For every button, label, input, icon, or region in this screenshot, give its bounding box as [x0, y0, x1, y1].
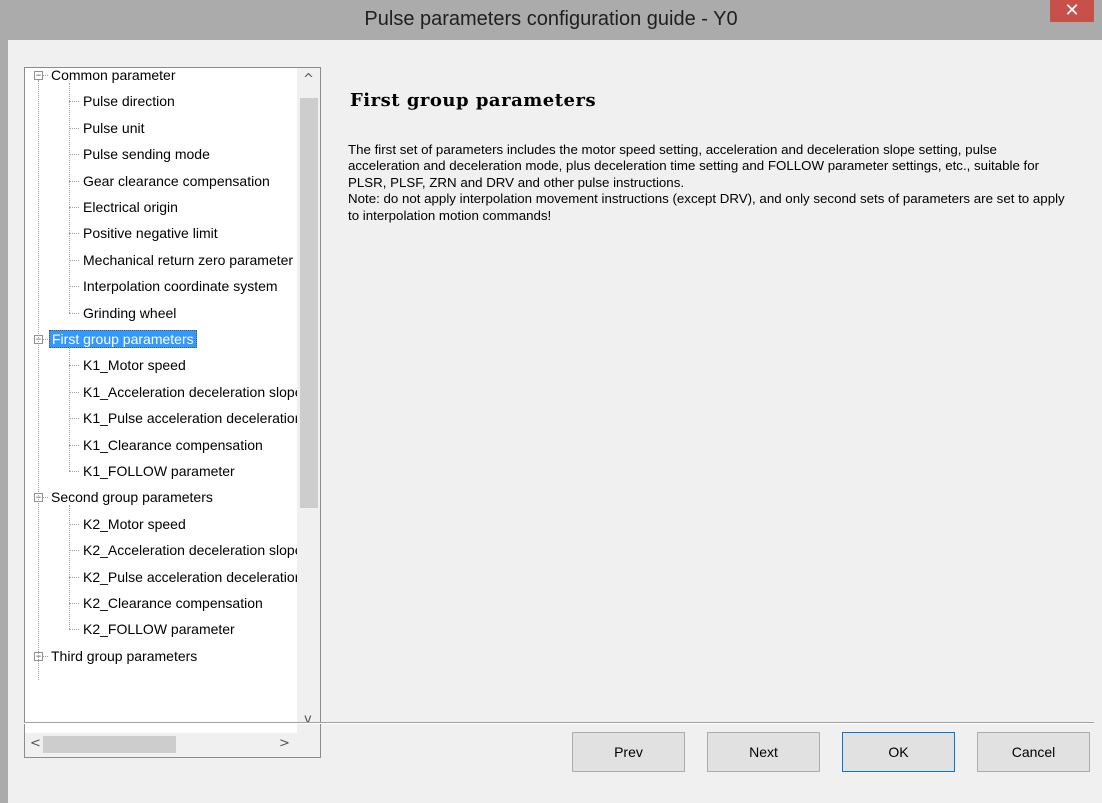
tree-leaf[interactable]: K1_Clearance compensation: [81, 433, 265, 457]
window-title: Pulse parameters configuration guide - Y…: [364, 8, 738, 30]
scroll-up-icon[interactable]: ^: [303, 72, 314, 87]
tree-connector: [69, 101, 79, 103]
description-note: Note: do not apply interpolation movemen…: [348, 191, 1065, 223]
close-button[interactable]: ✕: [1050, 0, 1094, 22]
tree-connector: [69, 505, 70, 630]
tree-leaf[interactable]: Pulse unit: [81, 116, 146, 140]
tree-item-label: Gear clearance compensation: [83, 172, 270, 189]
ok-button[interactable]: OK: [842, 732, 955, 772]
tree-connector: [69, 83, 70, 313]
tree-item-label: K2_Motor speed: [83, 515, 186, 532]
tree-connector: [69, 576, 79, 578]
tree-leaf[interactable]: Gear clearance compensation: [81, 169, 272, 193]
tree-connector: [69, 603, 79, 604]
tree-item-label: Pulse direction: [83, 93, 175, 110]
tree-item-label: K1_FOLLOW parameter: [83, 463, 235, 479]
tree-connector: [69, 127, 79, 129]
tree-leaf[interactable]: Pulse direction: [81, 89, 177, 113]
tree-connector: [69, 259, 79, 261]
tree-connector: [69, 550, 79, 552]
vertical-scrollbar[interactable]: ^ v: [297, 68, 320, 733]
tree-item-label: K1_Pulse acceleration deceleration: [83, 410, 303, 427]
tree-connector: [69, 523, 79, 525]
scroll-right-icon[interactable]: >: [279, 736, 290, 751]
tree-item-label: K2_Pulse acceleration deceleration: [83, 568, 303, 585]
scroll-left-icon[interactable]: <: [30, 736, 41, 751]
tree-leaf[interactable]: K1_FOLLOW parameter: [81, 459, 237, 483]
tree-connector: [69, 629, 79, 631]
tree-item-label: First group parameters: [49, 330, 197, 348]
prev-button[interactable]: Prev: [572, 732, 685, 772]
tree-group[interactable]: First group parameters: [49, 327, 197, 351]
tree-leaf[interactable]: Interpolation coordinate system: [81, 274, 280, 298]
tree-item-label: Pulse sending mode: [83, 146, 210, 163]
vertical-scroll-thumb[interactable]: [300, 98, 318, 508]
tree-leaf[interactable]: K2_Acceleration deceleration slope: [81, 538, 304, 562]
tree-leaf[interactable]: K2_Clearance compensation: [81, 591, 265, 615]
tree-item-label: K2_FOLLOW parameter: [83, 621, 235, 638]
tree-item-label: K1_Acceleration deceleration slope: [83, 383, 303, 400]
tree-connector: [69, 391, 79, 393]
tree-item-label: K2_Acceleration deceleration slope: [83, 542, 303, 559]
section-title: First group parameters: [350, 90, 597, 111]
tree-leaf[interactable]: Grinding wheel: [81, 301, 178, 325]
tree-item-label: K1_Clearance compensation: [83, 436, 263, 453]
tree-connector: [69, 207, 79, 208]
tree-item-label: Common parameter: [51, 67, 176, 83]
tree-leaf[interactable]: K2_FOLLOW parameter: [81, 617, 237, 641]
tree-connector: [69, 233, 79, 235]
tree-item-label: Second group parameters: [51, 489, 213, 506]
tree-connector: [69, 365, 79, 367]
tree-connector: [69, 418, 79, 420]
section-description: The first set of parameters includes the…: [348, 142, 1068, 224]
tree-leaf[interactable]: Mechanical return zero parameter: [81, 248, 295, 272]
horizontal-scrollbar[interactable]: < >: [25, 733, 297, 757]
tree-connector: [69, 286, 79, 288]
tree-leaf[interactable]: Positive negative limit: [81, 221, 220, 245]
tree-item-label: Positive negative limit: [83, 225, 218, 242]
tree-connector: [69, 444, 79, 446]
tree-group[interactable]: Third group parameters: [49, 644, 199, 668]
description-paragraph: The first set of parameters includes the…: [348, 142, 1040, 190]
cancel-button[interactable]: Cancel: [977, 732, 1090, 772]
tree-leaf[interactable]: K2_Pulse acceleration deceleration: [81, 565, 304, 589]
tree-connector: [69, 180, 79, 182]
tree-item-label: Interpolation coordinate system: [83, 278, 278, 295]
tree-connector: [69, 347, 70, 471]
tree-leaf[interactable]: K2_Motor speed: [81, 512, 188, 536]
tree-connector: [69, 471, 79, 472]
tree-connector: [69, 154, 79, 156]
close-icon: ✕: [1064, 0, 1080, 21]
title-bar[interactable]: Pulse parameters configuration guide - Y…: [0, 0, 1102, 40]
parameter-tree[interactable]: − Common parameter Pulse direction Pulse un…: [24, 67, 321, 758]
scrollbar-corner: [297, 733, 320, 757]
dialog-body: − Common parameter Pulse direction Pulse un…: [8, 40, 1102, 803]
tree-group[interactable]: Second group parameters: [49, 485, 215, 509]
next-button[interactable]: Next: [707, 732, 820, 772]
tree-item-label: K1_Motor speed: [83, 357, 186, 374]
tree-leaf[interactable]: K1_Pulse acceleration deceleration: [81, 406, 304, 430]
tree-item-label: Grinding wheel: [83, 304, 177, 321]
tree-leaf[interactable]: K1_Motor speed: [81, 353, 188, 377]
tree-item-label: Electrical origin: [83, 199, 178, 215]
tree-item-label: Pulse unit: [83, 119, 145, 136]
tree-item-label: K2_Clearance compensation: [83, 595, 263, 611]
separator: [24, 722, 1094, 724]
tree-item-label: Third group parameters: [51, 647, 198, 664]
tree-leaf[interactable]: Pulse sending mode: [81, 142, 212, 166]
collapse-icon[interactable]: −: [34, 71, 43, 80]
tree-connector: [38, 80, 39, 680]
tree-item-label: Mechanical return zero parameter: [83, 251, 294, 268]
tree-leaf[interactable]: K1_Acceleration deceleration slope: [81, 380, 304, 404]
dialog-window: Pulse parameters configuration guide - Y…: [0, 0, 1102, 803]
tree-connector: [69, 312, 79, 314]
scroll-down-icon[interactable]: v: [304, 712, 312, 727]
horizontal-scroll-thumb[interactable]: [43, 736, 176, 753]
tree-leaf[interactable]: Electrical origin: [81, 195, 180, 219]
